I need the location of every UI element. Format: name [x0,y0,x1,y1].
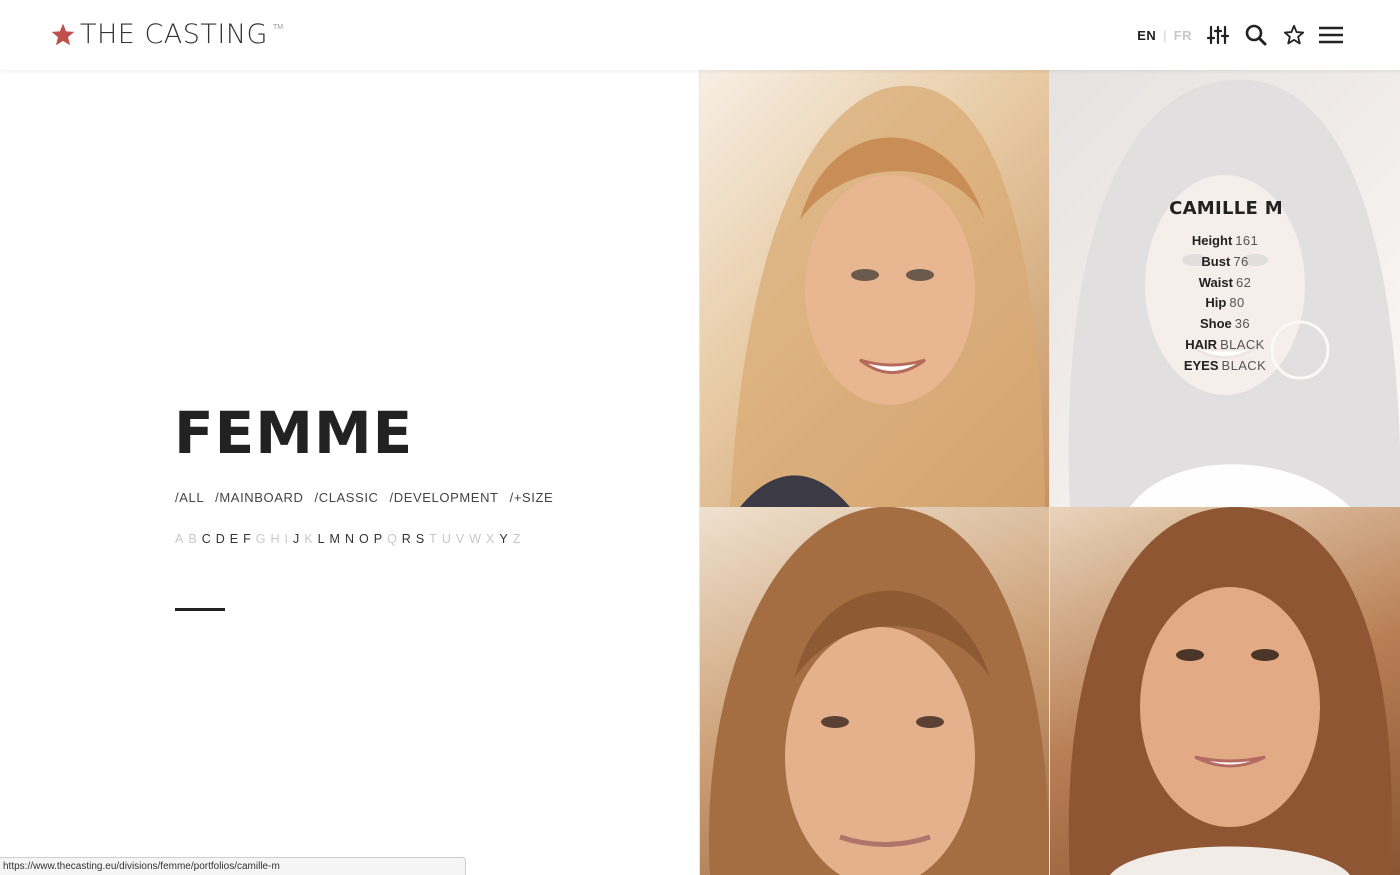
lang-en-link[interactable]: EN [1137,28,1156,43]
portfolio-grid: CAMILLE M Height 161 Bust 76 Waist 62 Hip 80… [699,70,1400,875]
category-filters: /ALL /MAINBOARD /CLASSIC /DEVELOPMENT /+… [175,490,564,505]
menu-icon[interactable] [1318,23,1344,47]
stat-shoe: Shoe 36 [1199,316,1251,332]
alphabet-letter-p[interactable]: P [374,532,382,546]
filter-all[interactable]: /ALL [175,490,204,505]
search-icon[interactable] [1244,23,1268,47]
filter-development[interactable]: /DEVELOPMENT [390,490,499,505]
alphabet-letter-c[interactable]: C [202,532,211,546]
alphabet-letter-r[interactable]: R [402,532,411,546]
model-card[interactable] [699,507,1049,875]
alphabet-letter-s[interactable]: S [416,532,424,546]
alphabet-letter-g: G [255,532,266,546]
alphabet-letter-n[interactable]: N [345,532,354,546]
stat-bust: Bust 76 [1201,253,1249,269]
alphabet-letter-i: I [284,532,288,546]
lang-fr-link[interactable]: FR [1174,28,1192,43]
alphabet-letter-l[interactable]: L [318,532,325,546]
stat-hip: Hip 80 [1205,295,1245,311]
filter-plus-size[interactable]: /+SIZE [510,490,554,505]
alphabet-letter-t: T [429,532,437,546]
alphabet-letter-e[interactable]: E [230,532,238,546]
sliders-icon[interactable] [1206,23,1230,47]
model-name: CAMILLE M [1169,198,1283,219]
brand-logo[interactable]: THE CASTING TM [50,20,283,50]
alphabet-letter-y[interactable]: Y [499,532,507,546]
model-card[interactable] [1049,507,1400,875]
alphabet-letter-z: Z [512,532,521,546]
alphabet-letter-d[interactable]: D [216,532,225,546]
site-header: THE CASTING TM EN | FR [0,0,1400,70]
stat-hair: HAIR BLACK [1185,336,1265,352]
alphabet-letter-h: H [270,532,280,546]
stat-height: Height 161 [1191,233,1259,248]
alphabet-letter-k: K [304,532,313,546]
model-portrait [708,507,1049,875]
favorites-star-icon[interactable] [1282,23,1306,47]
model-card-hovered[interactable]: CAMILLE M Height 161 Bust 76 Waist 62 Hip 80… [1049,70,1400,507]
alphabet-index: ABCDEFGHIJKLMNOPQRSTUVWXYZ [175,532,525,546]
alphabet-letter-o[interactable]: O [359,532,369,546]
filter-mainboard[interactable]: /MAINBOARD [215,490,303,505]
stat-waist: Waist 62 [1198,274,1252,290]
trademark-mark: TM [272,24,284,31]
model-portrait [730,85,1045,507]
header-actions: EN | FR [1137,18,1344,52]
alphabet-letter-b: B [188,532,197,546]
alphabet-letter-f[interactable]: F [243,532,251,546]
alphabet-letter-x: X [486,532,495,546]
page-title: FEMME [174,399,414,467]
stat-eyes: EYES BLACK [1183,357,1267,373]
model-info-card: CAMILLE M Height 161 Bust 76 Waist 62 Hip 80… [1050,198,1400,377]
alphabet-letter-m[interactable]: M [330,532,340,546]
model-card[interactable] [699,70,1049,507]
alphabet-letter-q: Q [387,532,397,546]
status-url-bar: https://www.thecasting.eu/divisions/femm… [0,857,466,875]
alphabet-letter-u: U [441,532,451,546]
alphabet-letter-j[interactable]: J [293,532,299,546]
star-logo-icon [51,23,75,46]
brand-name: THE CASTING [80,19,268,50]
filter-classic[interactable]: /CLASSIC [315,490,379,505]
alphabet-letter-w: W [469,532,481,546]
model-portrait [1068,507,1392,875]
alphabet-letter-a: A [175,532,184,546]
section-divider [175,608,225,611]
lang-separator: | [1163,27,1167,43]
alphabet-letter-v: V [455,532,465,546]
